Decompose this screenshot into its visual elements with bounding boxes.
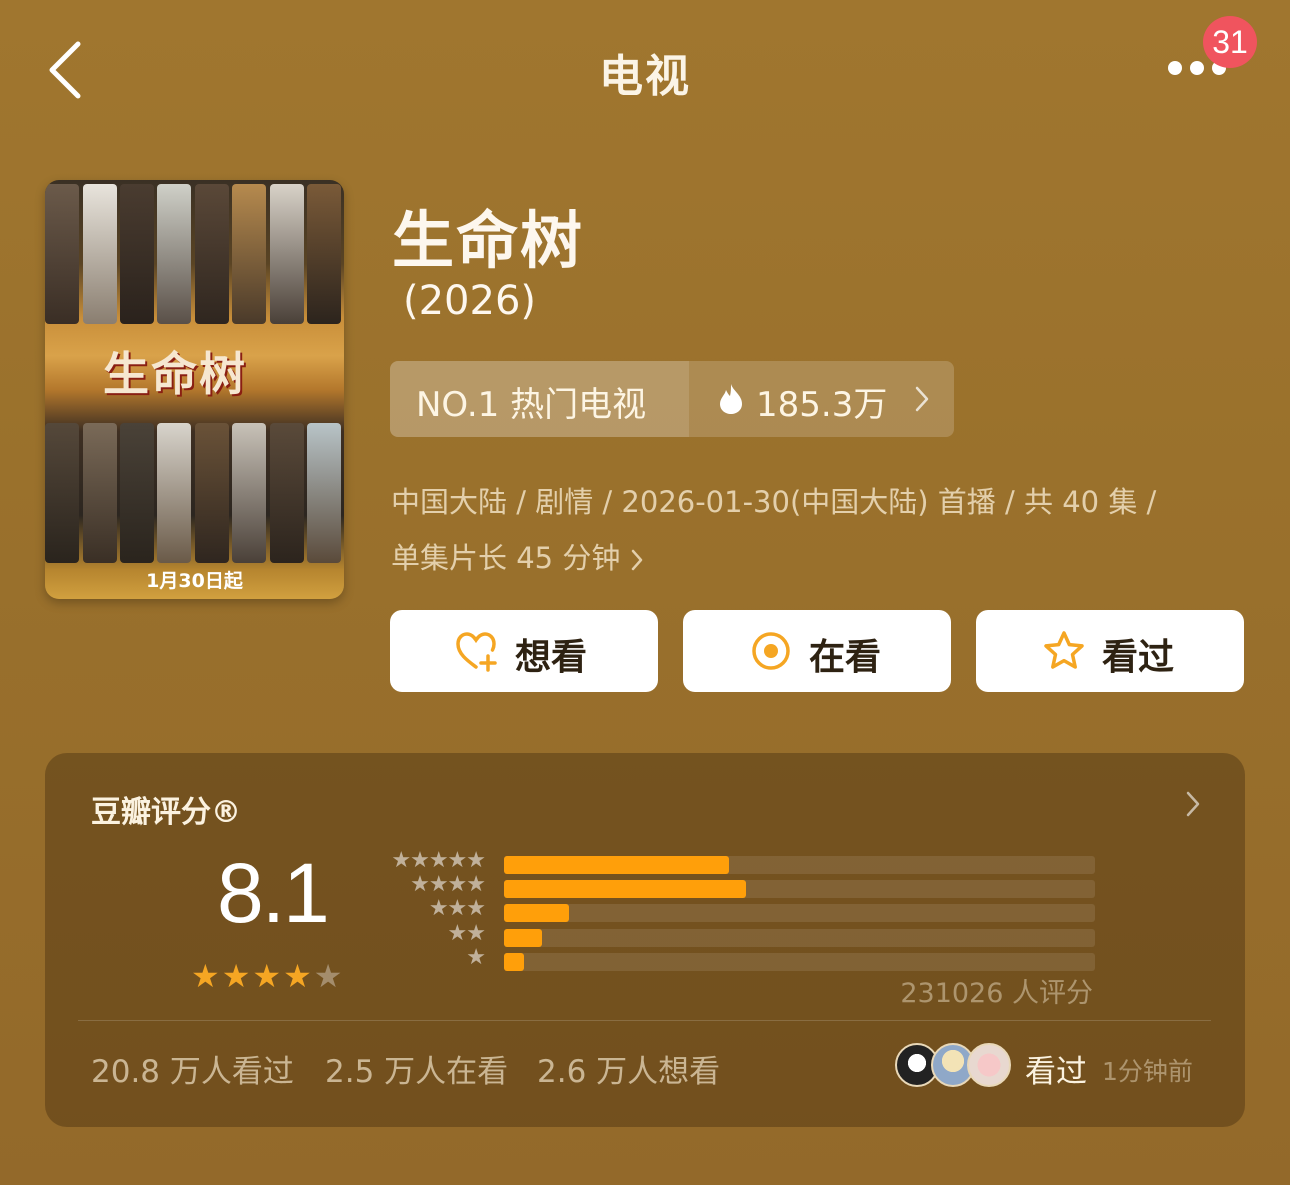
rank-pill[interactable]: NO.1 热门电视 185.3万 (390, 361, 954, 437)
chevron-right-icon (632, 549, 643, 571)
poster-date: 1月30日起 (146, 570, 243, 592)
friend-status: 看过 (1025, 1054, 1087, 1090)
meta-line-2-wrap: 单集片长 45 分钟 (391, 530, 1251, 586)
rank-label: NO.1 热门电视 (416, 385, 647, 425)
poster-image[interactable]: 生命树 1月30日起 (45, 180, 344, 599)
heat-value: 185.3万 (756, 385, 888, 425)
distribution-stars: ★★★ (428, 896, 486, 922)
star-filled-icon: ★ (221, 957, 253, 995)
watched-count: 20.8 万人看过 (91, 1054, 294, 1090)
watching-button[interactable]: 在看 (683, 610, 951, 692)
heart-plus-icon (456, 632, 497, 672)
meta-line-1: 中国大陆 / 剧情 / 2026-01-30(中国大陆) 首播 / 共 40 集… (391, 485, 1157, 519)
distribution-stars: ★ (466, 944, 486, 970)
notification-badge: 31 (1203, 16, 1257, 68)
distribution-bar (504, 856, 729, 874)
rating-score: 8.1 (217, 846, 330, 940)
distribution-track (504, 928, 1095, 947)
distribution-bar (504, 952, 524, 971)
rating-card[interactable]: 豆瓣评分® 8.1 ★★★★★ ★★★★★ ★★★★ ★★★ ★★ ★ 231026 人… (45, 753, 1245, 1127)
distribution-track (504, 856, 1095, 874)
show-year: (2026) (403, 278, 537, 324)
distribution-stars: ★★★★★ (391, 848, 486, 873)
star-filled-icon: ★ (191, 957, 222, 995)
watching-label: 在看 (809, 637, 882, 678)
watching-count: 2.5 万人在看 (325, 1054, 509, 1090)
distribution-bar (504, 928, 543, 947)
distribution-stars: ★★ (447, 920, 486, 946)
show-meta[interactable]: 中国大陆 / 剧情 / 2026-01-30(中国大陆) 首播 / 共 40 集… (391, 474, 1251, 586)
rating-stars: ★★★★★ (191, 957, 344, 995)
watched-button[interactable]: 看过 (976, 610, 1244, 692)
watched-label: 看过 (1102, 637, 1175, 678)
friend-time: 1分钟前 (1102, 1057, 1193, 1086)
distribution-bar (504, 880, 747, 899)
distribution-track (504, 952, 1095, 971)
flame-icon (720, 384, 742, 414)
page-title: 电视 (599, 51, 691, 102)
star-empty-icon: ★ (313, 957, 345, 995)
want-to-watch-label: 想看 (515, 637, 588, 678)
divider (78, 1020, 1211, 1021)
want-to-watch-button[interactable]: 想看 (390, 610, 658, 692)
distribution-stars: ★★★★ (410, 872, 486, 898)
want-count: 2.6 万人想看 (537, 1054, 721, 1090)
friend-avatar[interactable] (967, 1043, 1011, 1087)
rating-title: 豆瓣评分® (91, 795, 241, 830)
star-filled-icon: ★ (252, 957, 284, 995)
target-circle-icon (752, 632, 790, 670)
chevron-right-icon (915, 386, 929, 412)
rating-votes: 231026 人评分 (900, 978, 1093, 1009)
poster-title: 生命树 (103, 347, 247, 401)
distribution-track (504, 904, 1095, 923)
distribution-track (504, 880, 1095, 899)
show-title: 生命树 (392, 204, 585, 277)
chevron-right-icon[interactable] (1185, 790, 1201, 818)
meta-line-2: 单集片长 45 分钟 (391, 541, 621, 575)
star-outline-icon (1044, 631, 1084, 669)
star-filled-icon: ★ (283, 957, 314, 995)
distribution-bar (504, 904, 569, 923)
distribution-row: ★ (375, 945, 1095, 971)
